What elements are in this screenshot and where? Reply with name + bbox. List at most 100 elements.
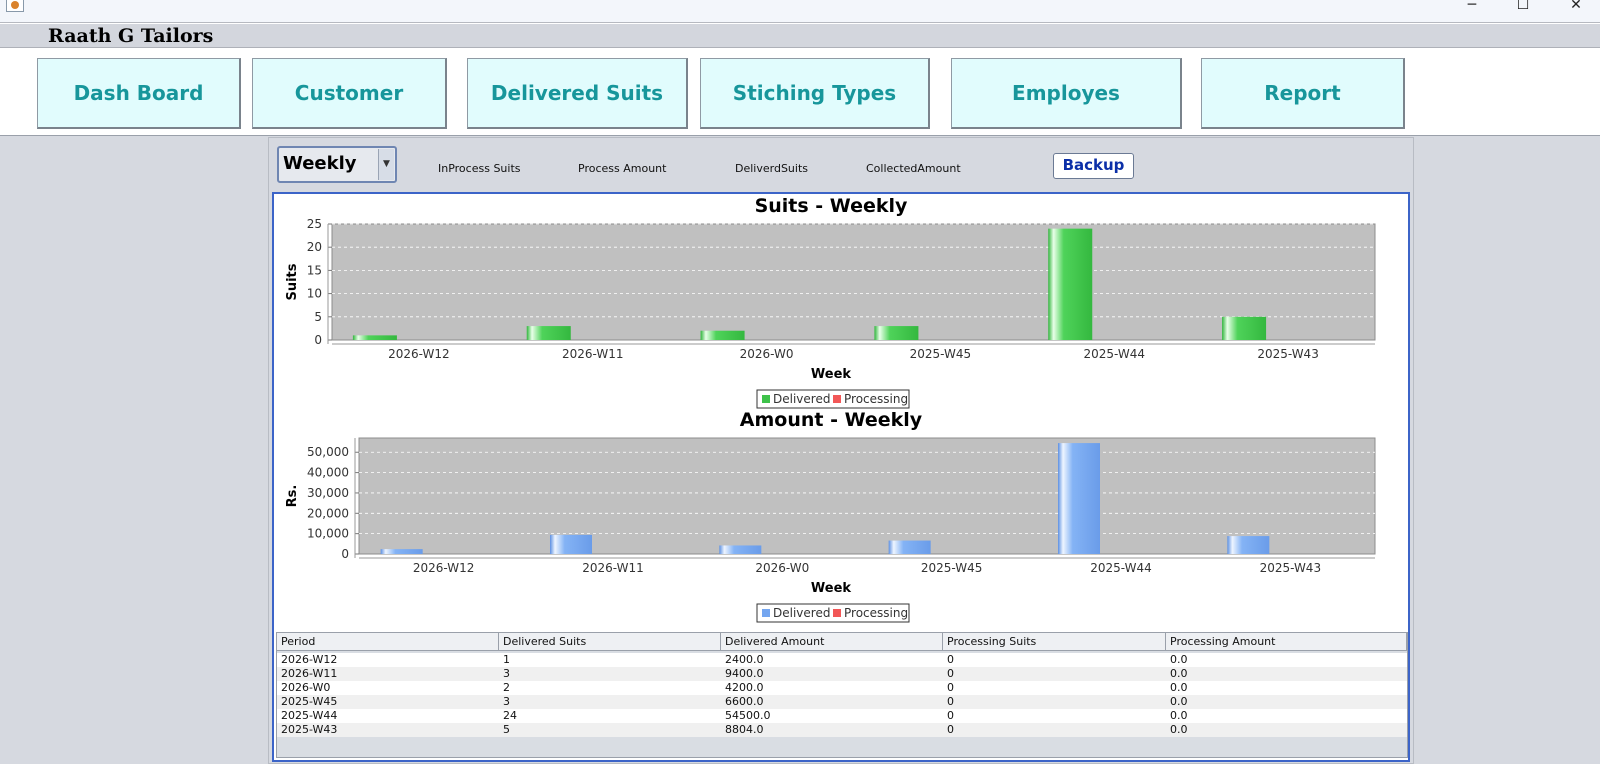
table-column-header[interactable]: Delivered Amount [721, 633, 943, 651]
table-cell: 2 [503, 681, 510, 694]
table-row[interactable]: 2025-W45 3 6600.0 0 0.0 [277, 695, 1407, 709]
table-row[interactable]: 2026-W0 2 4200.0 0 0.0 [277, 681, 1407, 695]
chart2-legend-label-delivered: Delivered [773, 606, 830, 620]
chart1-bar-delivered [1048, 228, 1093, 340]
chart1-plot-area [331, 223, 1376, 341]
chart2-y-tick-label: 50,000 [307, 445, 349, 459]
table-cell: 0 [947, 709, 954, 722]
table-cell: 6600.0 [725, 695, 764, 708]
chart1-x-tick-label: 2025-W45 [910, 347, 972, 361]
chart2-title: Amount - Weekly [740, 409, 923, 431]
chart1-legend-swatch-delivered [762, 395, 770, 403]
table-row[interactable]: 2026-W11 3 9400.0 0 0.0 [277, 667, 1407, 681]
table-cell: 0 [947, 667, 954, 680]
chart2-bar-delivered [380, 549, 423, 554]
chart1-bar-delivered [1222, 316, 1267, 340]
chart1-y-tick-label: 0 [314, 333, 322, 347]
chart2-x-tick-label: 2026-W12 [413, 561, 475, 575]
nav-button-stiching-types[interactable]: Stiching Types [700, 58, 930, 129]
chart1-x-axis-label: Week [811, 367, 852, 382]
chart2-x-tick-label: 2025-W43 [1260, 561, 1322, 575]
close-icon[interactable]: ✕ [1556, 0, 1596, 18]
chart1-bar-delivered [874, 326, 919, 340]
table-cell: 5 [503, 723, 510, 736]
stat-collected-amount: CollectedAmount [866, 162, 961, 175]
chart1-x-tick-label: 2025-W43 [1257, 347, 1319, 361]
chart1-bar-delivered [700, 330, 745, 340]
chart1-y-tick-label: 20 [307, 240, 322, 254]
summary-table: Period Delivered Suits Delivered Amount Pro… [276, 632, 1408, 758]
chart1-x-tick-label: 2026-W11 [562, 347, 624, 361]
chart2-y-tick-label: 40,000 [307, 466, 349, 480]
table-cell: 3 [503, 667, 510, 680]
nav-button-dashboard[interactable]: Dash Board [37, 58, 241, 129]
nav-button-report[interactable]: Report [1201, 58, 1405, 129]
table-cell: 2025-W43 [281, 723, 338, 736]
chart2-bar-delivered [1058, 443, 1100, 554]
nav-panel: Dash Board Customer Delivered Suits Stic… [0, 48, 1600, 136]
nav-button-customer[interactable]: Customer [252, 58, 447, 129]
table-cell: 24 [503, 709, 517, 722]
table-column-header[interactable]: Processing Amount [1166, 633, 1407, 651]
chart2-y-tick-label: 0 [341, 547, 349, 561]
chart2-x-tick-label: 2025-W45 [921, 561, 983, 575]
chart1-title: Suits - Weekly [755, 195, 908, 217]
table-cell: 0.0 [1170, 681, 1188, 694]
table-cell: 2025-W44 [281, 709, 338, 722]
table-cell: 2026-W12 [281, 653, 338, 666]
chart1-y-axis-label: Suits [285, 263, 300, 300]
table-row[interactable]: 2026-W12 1 2400.0 0 0.0 [277, 653, 1407, 667]
chart1-bar-delivered [526, 326, 571, 340]
table-cell: 0.0 [1170, 667, 1188, 680]
period-select[interactable]: Weekly ▼ [277, 146, 397, 183]
chart2-y-tick-label: 30,000 [307, 486, 349, 500]
table-column-header[interactable]: Period [277, 633, 499, 651]
table-column-header[interactable]: Processing Suits [943, 633, 1166, 651]
table-cell: 0 [947, 681, 954, 694]
chart1-y-tick-label: 15 [307, 263, 322, 277]
period-select-value: Weekly [283, 153, 357, 174]
stat-inprocess-suits: InProcess Suits [438, 162, 521, 175]
chevron-down-icon[interactable]: ▼ [378, 149, 394, 180]
table-cell: 1 [503, 653, 510, 666]
stat-delivered-suits: DeliverdSuits [735, 162, 808, 175]
java-app-icon [6, 0, 24, 12]
report-content: Suits - Weekly 0 5 10 15 20 25 Suits 2026-W12 202… [272, 192, 1410, 762]
chart2-x-axis-label: Week [811, 581, 852, 596]
chart1-y-tick-label: 10 [307, 287, 322, 301]
table-cell: 54500.0 [725, 709, 771, 722]
table-row[interactable]: 2025-W43 5 8804.0 0 0.0 [277, 723, 1407, 737]
window-title-bar: ─ ☐ ✕ [0, 0, 1600, 22]
dashboard-panel: Weekly ▼ InProcess Suits Process Amount … [268, 137, 1414, 764]
table-cell: 0.0 [1170, 709, 1188, 722]
table-cell: 0 [947, 723, 954, 736]
chart1-legend-label-delivered: Delivered [773, 392, 830, 406]
table-cell: 8804.0 [725, 723, 764, 736]
table-cell: 0.0 [1170, 653, 1188, 666]
chart2-y-tick-label: 20,000 [307, 506, 349, 520]
chart1-y-tick-label: 5 [314, 310, 322, 324]
chart2-legend-label-processing: Processing [844, 606, 908, 620]
maximize-icon[interactable]: ☐ [1503, 0, 1543, 18]
minimize-icon[interactable]: ─ [1452, 0, 1492, 18]
table-row[interactable]: 2025-W44 24 54500.0 0 0.0 [277, 709, 1407, 723]
table-cell: 0.0 [1170, 695, 1188, 708]
chart2-x-tick-label: 2026-W0 [755, 561, 809, 575]
table-cell: 2025-W45 [281, 695, 338, 708]
chart2-legend-swatch-delivered [762, 609, 770, 617]
chart2-y-tick-label: 10,000 [307, 527, 349, 541]
nav-button-delivered-suits[interactable]: Delivered Suits [467, 58, 688, 129]
chart1-x-tick-label: 2026-W12 [388, 347, 450, 361]
nav-button-employes[interactable]: Employes [951, 58, 1182, 129]
table-column-header[interactable]: Delivered Suits [499, 633, 721, 651]
chart2-y-axis-label: Rs. [285, 485, 300, 508]
chart1-legend-swatch-processing [833, 395, 841, 403]
table-cell: 0.0 [1170, 723, 1188, 736]
app-header: Raath G Tailors [0, 22, 1600, 48]
table-cell: 0 [947, 653, 954, 666]
backup-button[interactable]: Backup [1053, 153, 1134, 179]
chart1-legend-label-processing: Processing [844, 392, 908, 406]
table-cell: 4200.0 [725, 681, 764, 694]
chart2-plot-area [358, 437, 1376, 555]
chart2-bar-delivered [888, 540, 931, 554]
